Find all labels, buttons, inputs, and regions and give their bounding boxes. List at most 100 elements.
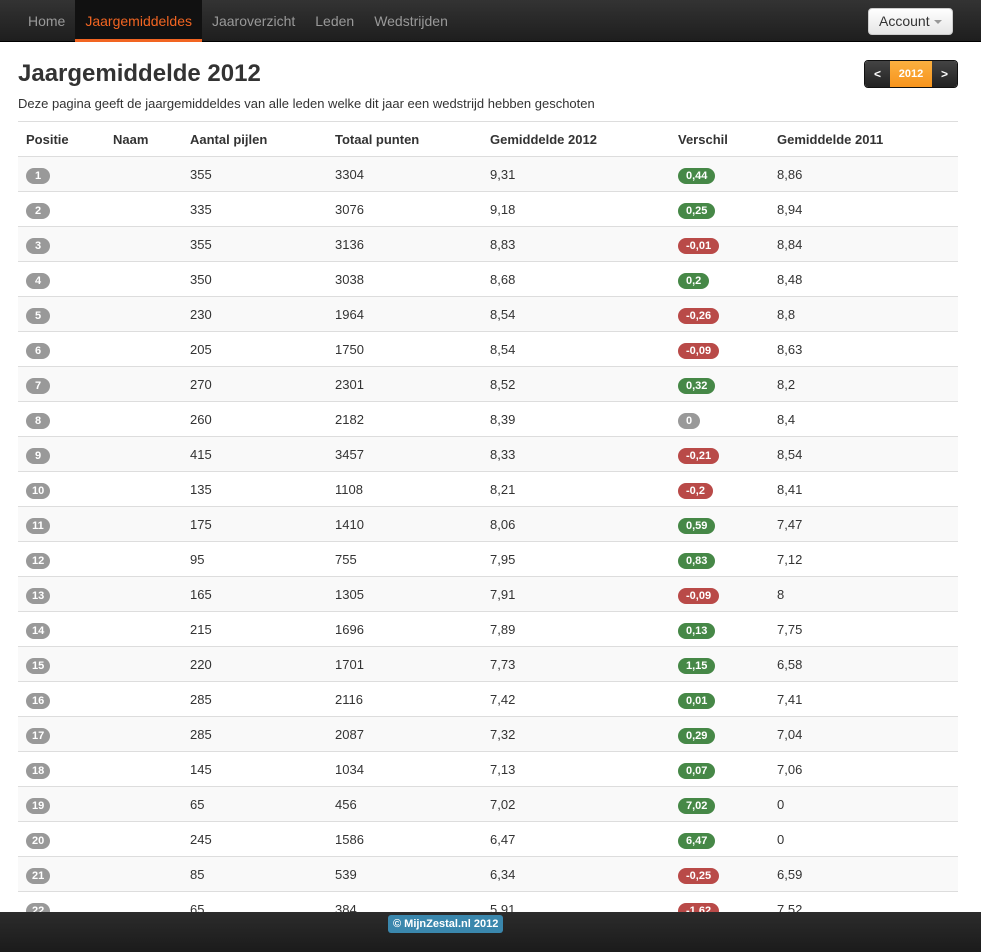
punten-cell: 1410 <box>335 517 364 532</box>
header-gemiddelde-2012[interactable]: Gemiddelde 2012 <box>490 122 597 157</box>
pijlen-cell: 135 <box>190 482 212 497</box>
table-row: 18 145 1034 7,13 0,07 7,06 <box>18 752 958 787</box>
position-cell: 11 <box>26 507 50 542</box>
gemiddelde-prev-cell: 8,94 <box>777 202 803 217</box>
position-cell: 10 <box>26 472 51 507</box>
next-year-button[interactable]: > <box>932 61 957 87</box>
verschil-badge: -0,25 <box>678 867 720 884</box>
gemiddelde-cell: 7,91 <box>490 587 516 602</box>
nav-home[interactable]: Home <box>18 0 75 42</box>
verschil-cell: 0,13 <box>678 612 716 647</box>
verschil-cell: -0,09 <box>678 332 720 367</box>
table-row: 12 95 755 7,95 0,83 7,12 <box>18 542 958 577</box>
verschil-cell: 6,47 <box>678 822 716 857</box>
gemiddelde-prev-cell: 6,58 <box>777 657 803 672</box>
gemiddelde-prev-cell: 7,06 <box>777 762 803 777</box>
gemiddelde-prev-cell: 8,2 <box>777 377 796 392</box>
gemiddelde-prev-cell: 8,48 <box>777 272 803 287</box>
table-row: 20 245 1586 6,47 6,47 0 <box>18 822 958 857</box>
table-row: 5 230 1964 8,54 -0,26 8,8 <box>18 297 958 332</box>
verschil-cell: 1,15 <box>678 647 716 682</box>
pijlen-cell: 205 <box>190 342 212 357</box>
gemiddelde-cell: 7,95 <box>490 552 516 567</box>
pijlen-cell: 85 <box>190 867 205 882</box>
verschil-badge: 0 <box>678 412 701 429</box>
verschil-badge: -0,21 <box>678 447 720 464</box>
verschil-badge: 7,02 <box>678 797 716 814</box>
gemiddelde-cell: 8,06 <box>490 517 516 532</box>
copyright-badge[interactable]: © MijnZestal.nl 2012 <box>388 915 504 933</box>
footer: © MijnZestal.nl 2012 <box>0 912 981 952</box>
header-gemiddelde-2011[interactable]: Gemiddelde 2011 <box>777 122 883 157</box>
verschil-badge: 0,29 <box>678 727 716 744</box>
header-aantal-pijlen[interactable]: Aantal pijlen <box>190 122 267 157</box>
position-cell: 15 <box>26 647 51 682</box>
pijlen-cell: 355 <box>190 237 212 252</box>
pijlen-cell: 215 <box>190 622 212 637</box>
punten-cell: 3038 <box>335 272 364 287</box>
position-cell: 14 <box>26 612 51 647</box>
verschil-cell: 0 <box>678 402 701 437</box>
position-badge: 12 <box>26 552 51 569</box>
gemiddelde-cell: 8,33 <box>490 447 516 462</box>
verschil-cell: 0,29 <box>678 717 716 752</box>
table-row: 21 85 539 6,34 -0,25 6,59 <box>18 857 958 892</box>
punten-cell: 1701 <box>335 657 364 672</box>
table-row: 14 215 1696 7,89 0,13 7,75 <box>18 612 958 647</box>
table-row: 9 415 3457 8,33 -0,21 8,54 <box>18 437 958 472</box>
nav-jaaroverzicht[interactable]: Jaaroverzicht <box>202 0 305 42</box>
position-cell: 7 <box>26 367 50 402</box>
nav-wedstrijden[interactable]: Wedstrijden <box>364 0 458 42</box>
page-title: Jaargemiddelde 2012 <box>18 60 261 87</box>
header-verschil[interactable]: Verschil <box>678 122 728 157</box>
caret-down-icon <box>934 20 942 24</box>
gemiddelde-cell: 8,39 <box>490 412 516 427</box>
position-cell: 20 <box>26 822 51 857</box>
pijlen-cell: 260 <box>190 412 212 427</box>
gemiddelde-prev-cell: 7,41 <box>777 692 803 707</box>
punten-cell: 3304 <box>335 167 364 182</box>
nav-jaargemiddeldes[interactable]: Jaargemiddeldes <box>75 0 202 42</box>
table-row: 15 220 1701 7,73 1,15 6,58 <box>18 647 958 682</box>
gemiddelde-prev-cell: 0 <box>777 797 785 812</box>
pijlen-cell: 65 <box>190 797 205 812</box>
verschil-badge: 0,2 <box>678 272 710 289</box>
prev-year-button[interactable]: < <box>865 61 890 87</box>
verschil-cell: 0,83 <box>678 542 716 577</box>
position-badge: 2 <box>26 202 50 219</box>
punten-cell: 3136 <box>335 237 364 252</box>
header-positie[interactable]: Positie <box>26 122 69 157</box>
position-badge: 19 <box>26 797 51 814</box>
gemiddelde-cell: 8,21 <box>490 482 516 497</box>
table-row: 17 285 2087 7,32 0,29 7,04 <box>18 717 958 752</box>
position-badge: 9 <box>26 447 50 464</box>
averages-table: Positie Naam Aantal pijlen Totaal punten… <box>18 121 958 927</box>
verschil-cell: 0,44 <box>678 157 716 192</box>
pijlen-cell: 335 <box>190 202 212 217</box>
table-row: 6 205 1750 8,54 -0,09 8,63 <box>18 332 958 367</box>
header-naam[interactable]: Naam <box>113 122 148 157</box>
gemiddelde-cell: 7,32 <box>490 727 516 742</box>
verschil-cell: -0,21 <box>678 437 720 472</box>
position-badge: 20 <box>26 832 51 849</box>
punten-cell: 1034 <box>335 762 364 777</box>
position-badge: 4 <box>26 272 50 289</box>
gemiddelde-prev-cell: 7,47 <box>777 517 803 532</box>
nav-leden[interactable]: Leden <box>305 0 364 42</box>
gemiddelde-cell: 7,73 <box>490 657 516 672</box>
header-totaal-punten[interactable]: Totaal punten <box>335 122 419 157</box>
position-badge: 1 <box>26 167 50 184</box>
gemiddelde-prev-cell: 8,86 <box>777 167 803 182</box>
top-navbar: Home Jaargemiddeldes Jaaroverzicht Leden… <box>0 0 981 42</box>
position-cell: 5 <box>26 297 50 332</box>
verschil-badge: 0,32 <box>678 377 716 394</box>
verschil-cell: 0,25 <box>678 192 716 227</box>
verschil-badge: -0,09 <box>678 342 720 359</box>
verschil-cell: 0,2 <box>678 262 710 297</box>
gemiddelde-cell: 9,18 <box>490 202 516 217</box>
position-cell: 4 <box>26 262 50 297</box>
pijlen-cell: 350 <box>190 272 212 287</box>
punten-cell: 1750 <box>335 342 364 357</box>
gemiddelde-prev-cell: 8,4 <box>777 412 796 427</box>
account-dropdown-button[interactable]: Account <box>868 8 953 35</box>
